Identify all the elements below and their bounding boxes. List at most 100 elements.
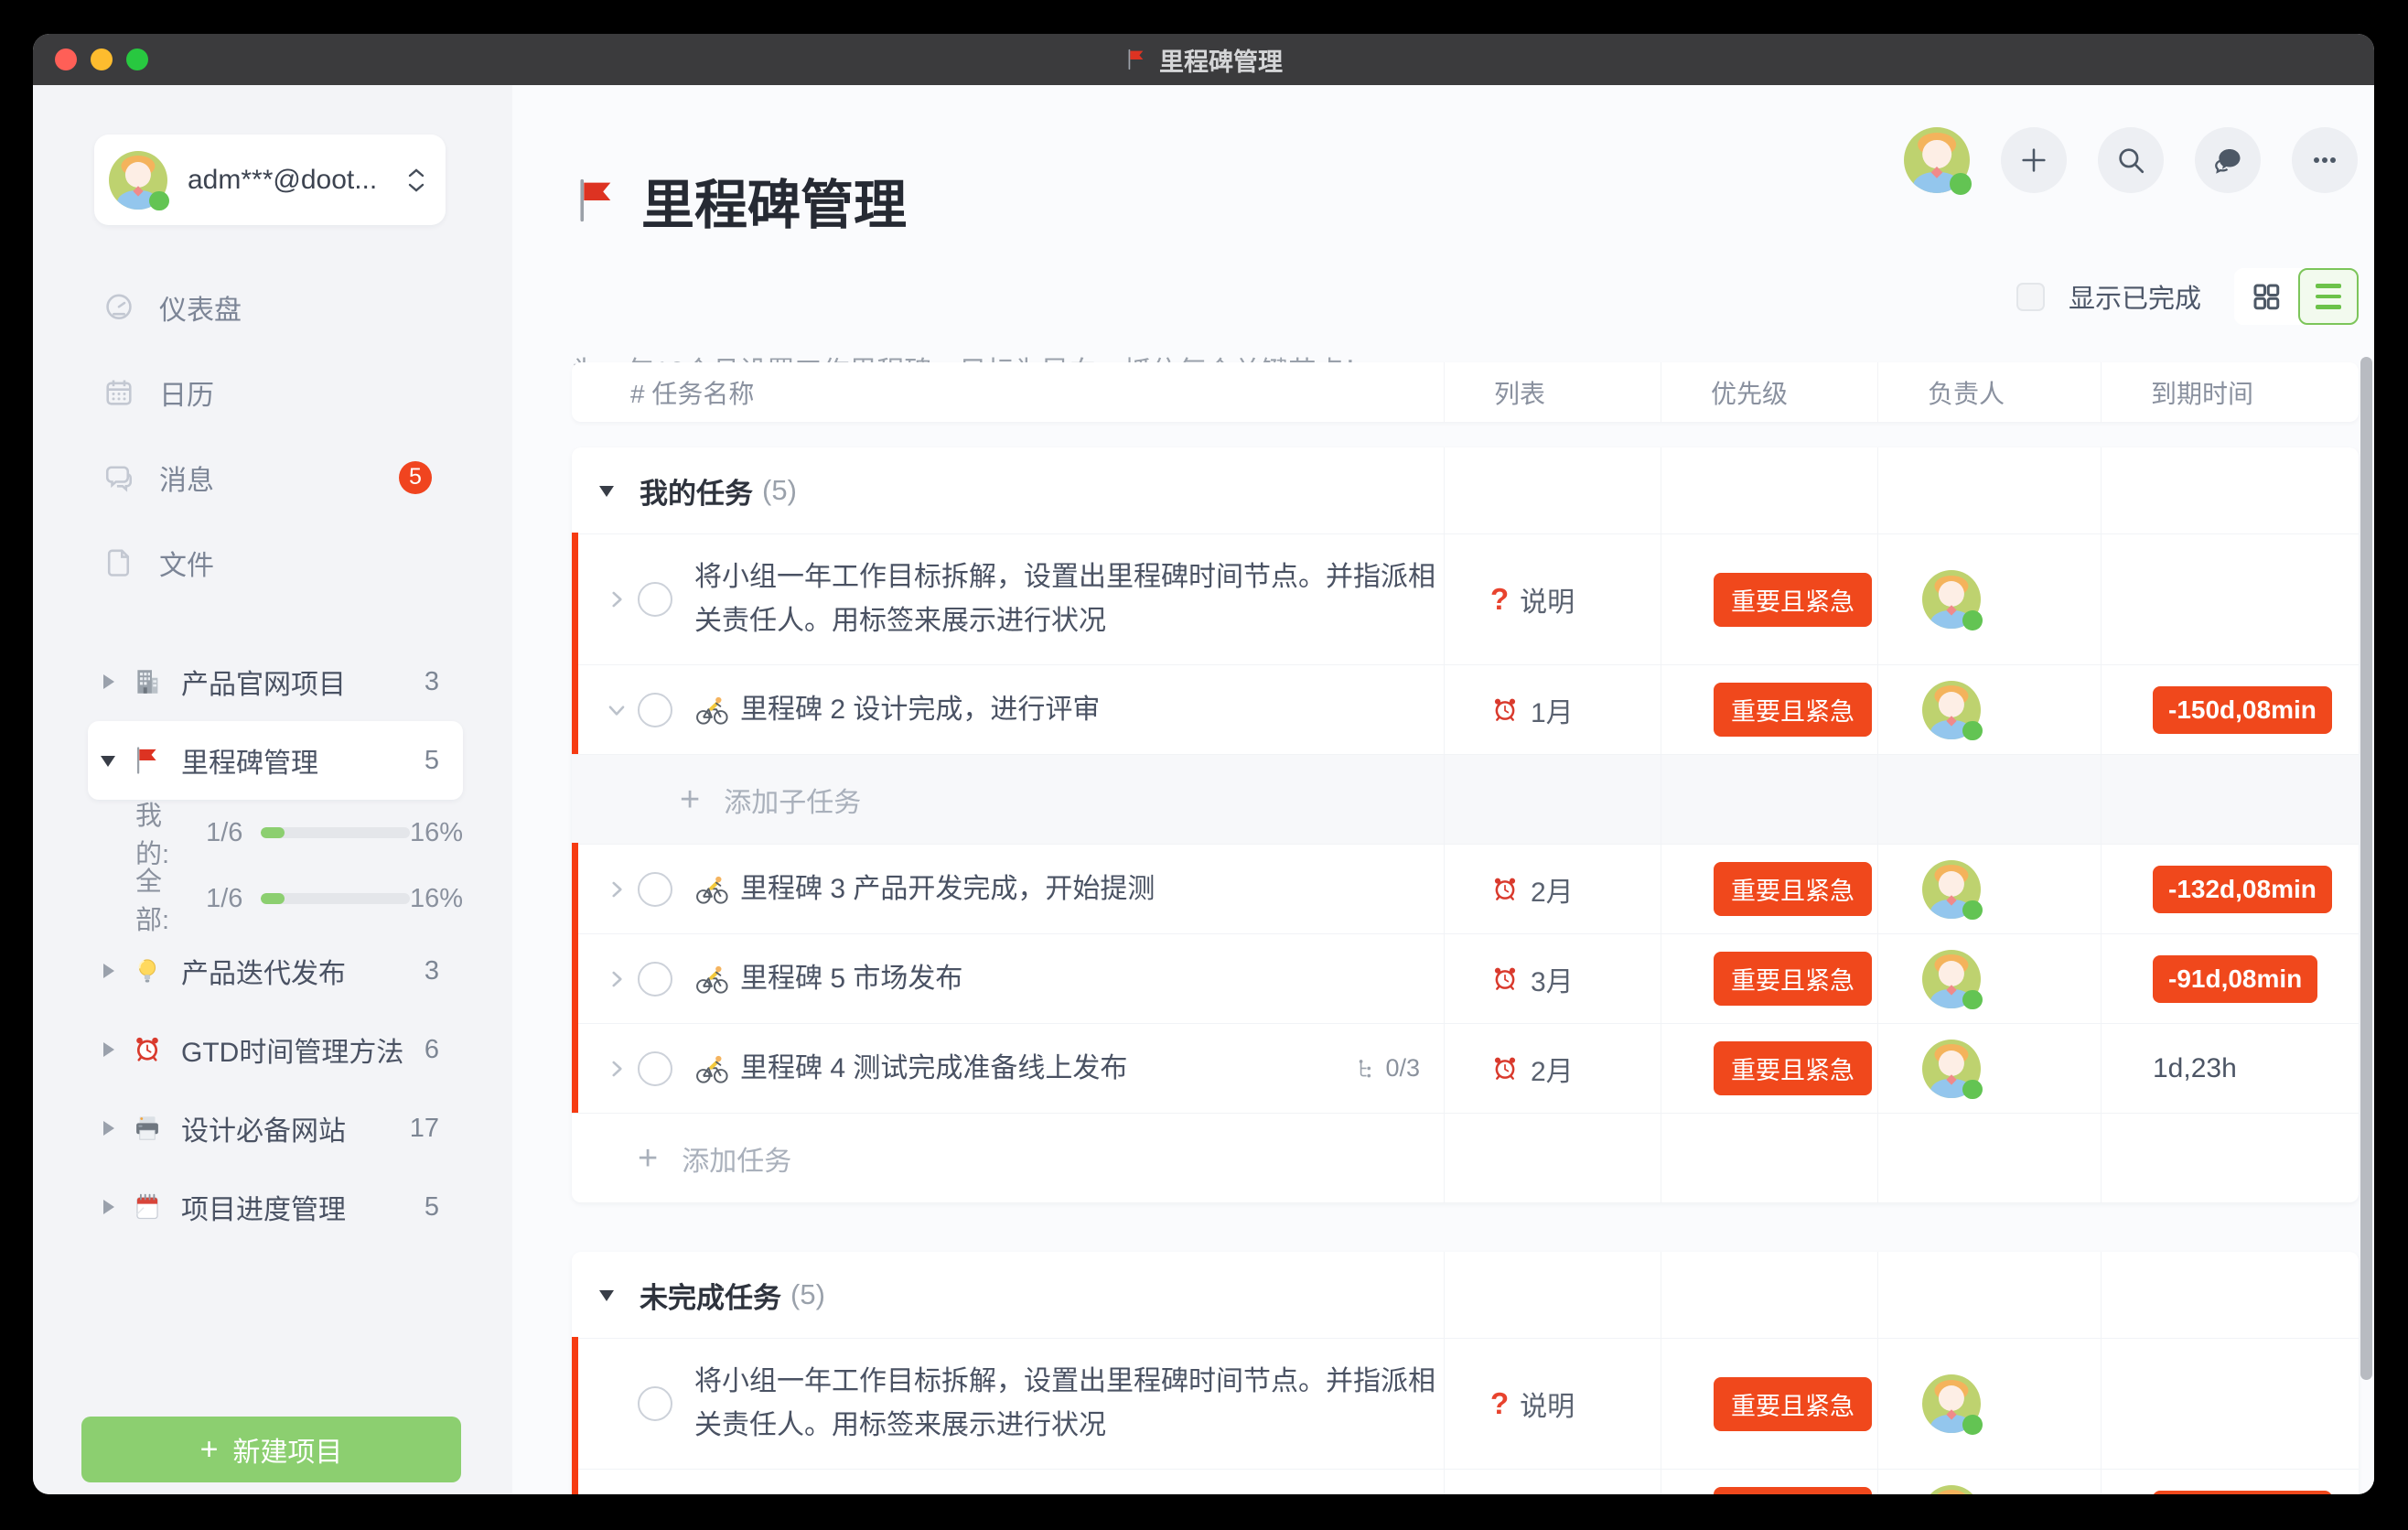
assignee-avatar xyxy=(1922,950,1981,1008)
triangle-down-icon[interactable] xyxy=(597,481,616,500)
maximize-window-button[interactable] xyxy=(126,48,148,70)
grid-icon xyxy=(2250,280,2283,313)
triangle-right-icon[interactable] xyxy=(99,1040,117,1059)
bulb-icon xyxy=(132,955,163,986)
task-row[interactable]: 将小组一年工作目标拆解，设置出里程碑时间节点。并指派相关责任人。用标签来展示进行… xyxy=(572,1338,2359,1469)
flag-icon xyxy=(572,176,621,225)
due-time-tag: -91d,08min xyxy=(2153,955,2317,1003)
task-title: 里程碑 2 设计完成，进行评审 xyxy=(740,688,1100,732)
window-title-text: 里程碑管理 xyxy=(1159,42,1283,78)
project-task-count: 3 xyxy=(425,667,439,697)
task-row[interactable]: 里程碑 2 设计完成，进行评审1月重要且紧急-150d,08min xyxy=(572,664,2359,754)
project-item[interactable]: 里程碑管理5 xyxy=(88,721,463,800)
triangle-right-icon[interactable] xyxy=(99,1119,117,1137)
user-avatar[interactable] xyxy=(1904,127,1970,193)
chevron-right-icon[interactable] xyxy=(605,587,629,611)
triangle-down-icon[interactable] xyxy=(597,1286,616,1304)
view-toggle xyxy=(2234,268,2359,325)
task-row[interactable]: 将小组一年工作目标拆解，设置出里程碑时间节点。并指派相关责任人。用标签来展示进行… xyxy=(572,533,2359,664)
close-window-button[interactable] xyxy=(55,48,77,70)
project-item[interactable]: GTD时间管理方法6 xyxy=(88,1010,463,1089)
sidebar-item-calendar[interactable]: 日历 xyxy=(33,350,512,435)
sidebar-item-message[interactable]: 消息5 xyxy=(33,435,512,520)
sidebar-item-dashboard[interactable]: 仪表盘 xyxy=(33,264,512,350)
project-progress-row: 我的:1/616% xyxy=(88,800,463,866)
task-complete-circle[interactable] xyxy=(638,693,672,727)
scrollbar[interactable] xyxy=(2360,357,2372,1380)
due-time-tag: -132d,08min xyxy=(2153,866,2332,913)
add-task-row[interactable]: +添加任务 xyxy=(572,1113,2359,1202)
triangle-right-icon[interactable] xyxy=(99,673,117,691)
building-icon xyxy=(132,666,163,697)
assignee-avatar xyxy=(1922,1485,1981,1495)
sidebar-item-file[interactable]: 文件 xyxy=(33,520,512,605)
sidebar-item-label: 仪表盘 xyxy=(159,287,242,328)
new-project-button[interactable]: + 新建项目 xyxy=(81,1417,461,1482)
show-completed-checkbox[interactable] xyxy=(2016,283,2045,311)
project-name: 设计必备网站 xyxy=(181,1108,346,1148)
task-complete-circle[interactable] xyxy=(638,582,672,617)
list-view-button[interactable] xyxy=(2298,268,2359,325)
task-title: 将小组一年工作目标拆解，设置出里程碑时间节点。并指派相关责任人。用标签来展示进行… xyxy=(694,555,1435,643)
column-header: 列表 xyxy=(1444,362,1661,422)
task-row[interactable]: 里程碑 3 产品开发完成，开始提测2月重要且紧急-132d,08min xyxy=(572,844,2359,933)
task-row[interactable]: 里程碑 2 设计完成，进行评审1月重要且紧急-150d,08min xyxy=(572,1469,2359,1494)
window-title: 里程碑管理 xyxy=(1124,42,1283,78)
search-button[interactable] xyxy=(2098,127,2164,193)
chevron-right-icon[interactable] xyxy=(605,878,629,901)
project-progress-row: 全部:1/616% xyxy=(88,866,463,932)
board-view-button[interactable] xyxy=(2234,268,2298,325)
assignee-avatar xyxy=(1922,681,1981,739)
task-complete-circle[interactable] xyxy=(638,1051,672,1086)
alarm-clock-icon xyxy=(1490,875,1520,904)
task-complete-circle[interactable] xyxy=(638,872,672,907)
triangle-down-dark-icon[interactable] xyxy=(99,751,117,770)
priority-tag: 重要且紧急 xyxy=(1714,1377,1872,1431)
task-row[interactable]: 里程碑 5 市场发布3月重要且紧急-91d,08min xyxy=(572,933,2359,1023)
traffic-lights xyxy=(55,34,148,85)
list-name: 2月 xyxy=(1531,1049,1574,1089)
chat-button[interactable] xyxy=(2195,127,2261,193)
list-name: 3月 xyxy=(1531,959,1574,999)
sidebar-item-label: 日历 xyxy=(159,372,214,413)
add-label: 添加任务 xyxy=(682,1138,791,1179)
project-item[interactable]: 设计必备网站17 xyxy=(88,1089,463,1168)
alarm-clock-icon xyxy=(1490,964,1520,994)
task-group-card: 未完成任务(5) 将小组一年工作目标拆解，设置出里程碑时间节点。并指派相关责任人。… xyxy=(572,1252,2359,1494)
task-complete-circle[interactable] xyxy=(638,962,672,997)
minimize-window-button[interactable] xyxy=(91,48,113,70)
more-options-button[interactable] xyxy=(2292,127,2358,193)
priority-tag: 重要且紧急 xyxy=(1714,683,1872,737)
group-count: (5) xyxy=(762,474,797,507)
account-switcher[interactable]: adm***@doot... xyxy=(94,135,446,225)
task-table: # 任务名称列表优先级负责人到期时间 我的任务(5)将小组一年工作目标拆解，设置… xyxy=(572,362,2359,1494)
triangle-right-icon[interactable] xyxy=(99,1198,117,1216)
priority-tag: 重要且紧急 xyxy=(1714,862,1872,916)
group-header[interactable]: 我的任务(5) xyxy=(572,447,2359,533)
assignee-avatar xyxy=(1922,1040,1981,1098)
project-task-count: 5 xyxy=(425,746,439,776)
question-mark-icon: ? xyxy=(1490,582,1509,617)
printer-icon xyxy=(132,1113,163,1144)
add-subtask-row[interactable]: +添加子任务 xyxy=(572,754,2359,844)
project-item[interactable]: 项目进度管理5 xyxy=(88,1168,463,1246)
priority-tag: 重要且紧急 xyxy=(1714,573,1872,627)
task-title: 将小组一年工作目标拆解，设置出里程碑时间节点。并指派相关责任人。用标签来展示进行… xyxy=(694,1360,1435,1448)
project-task-count: 6 xyxy=(425,1035,439,1065)
group-name: 未完成任务 xyxy=(640,1275,781,1316)
add-task-button[interactable] xyxy=(2001,127,2067,193)
plus-icon: + xyxy=(200,1434,219,1465)
chevron-right-icon[interactable] xyxy=(605,967,629,991)
group-header[interactable]: 未完成任务(5) xyxy=(572,1252,2359,1338)
task-complete-circle[interactable] xyxy=(638,1386,672,1421)
cyclist-icon xyxy=(694,874,729,905)
row-accent-bar xyxy=(572,663,578,756)
task-row[interactable]: 里程碑 4 测试完成准备线上发布0/32月重要且紧急1d,23h xyxy=(572,1023,2359,1113)
project-item[interactable]: 产品迭代发布3 xyxy=(88,932,463,1010)
list-name: 1月 xyxy=(1531,690,1574,730)
progress-bar xyxy=(261,893,410,904)
project-item[interactable]: 产品官网项目3 xyxy=(88,642,463,721)
chevron-right-icon[interactable] xyxy=(605,1057,629,1081)
triangle-right-icon[interactable] xyxy=(99,962,117,980)
chevron-down-icon[interactable] xyxy=(605,698,629,722)
